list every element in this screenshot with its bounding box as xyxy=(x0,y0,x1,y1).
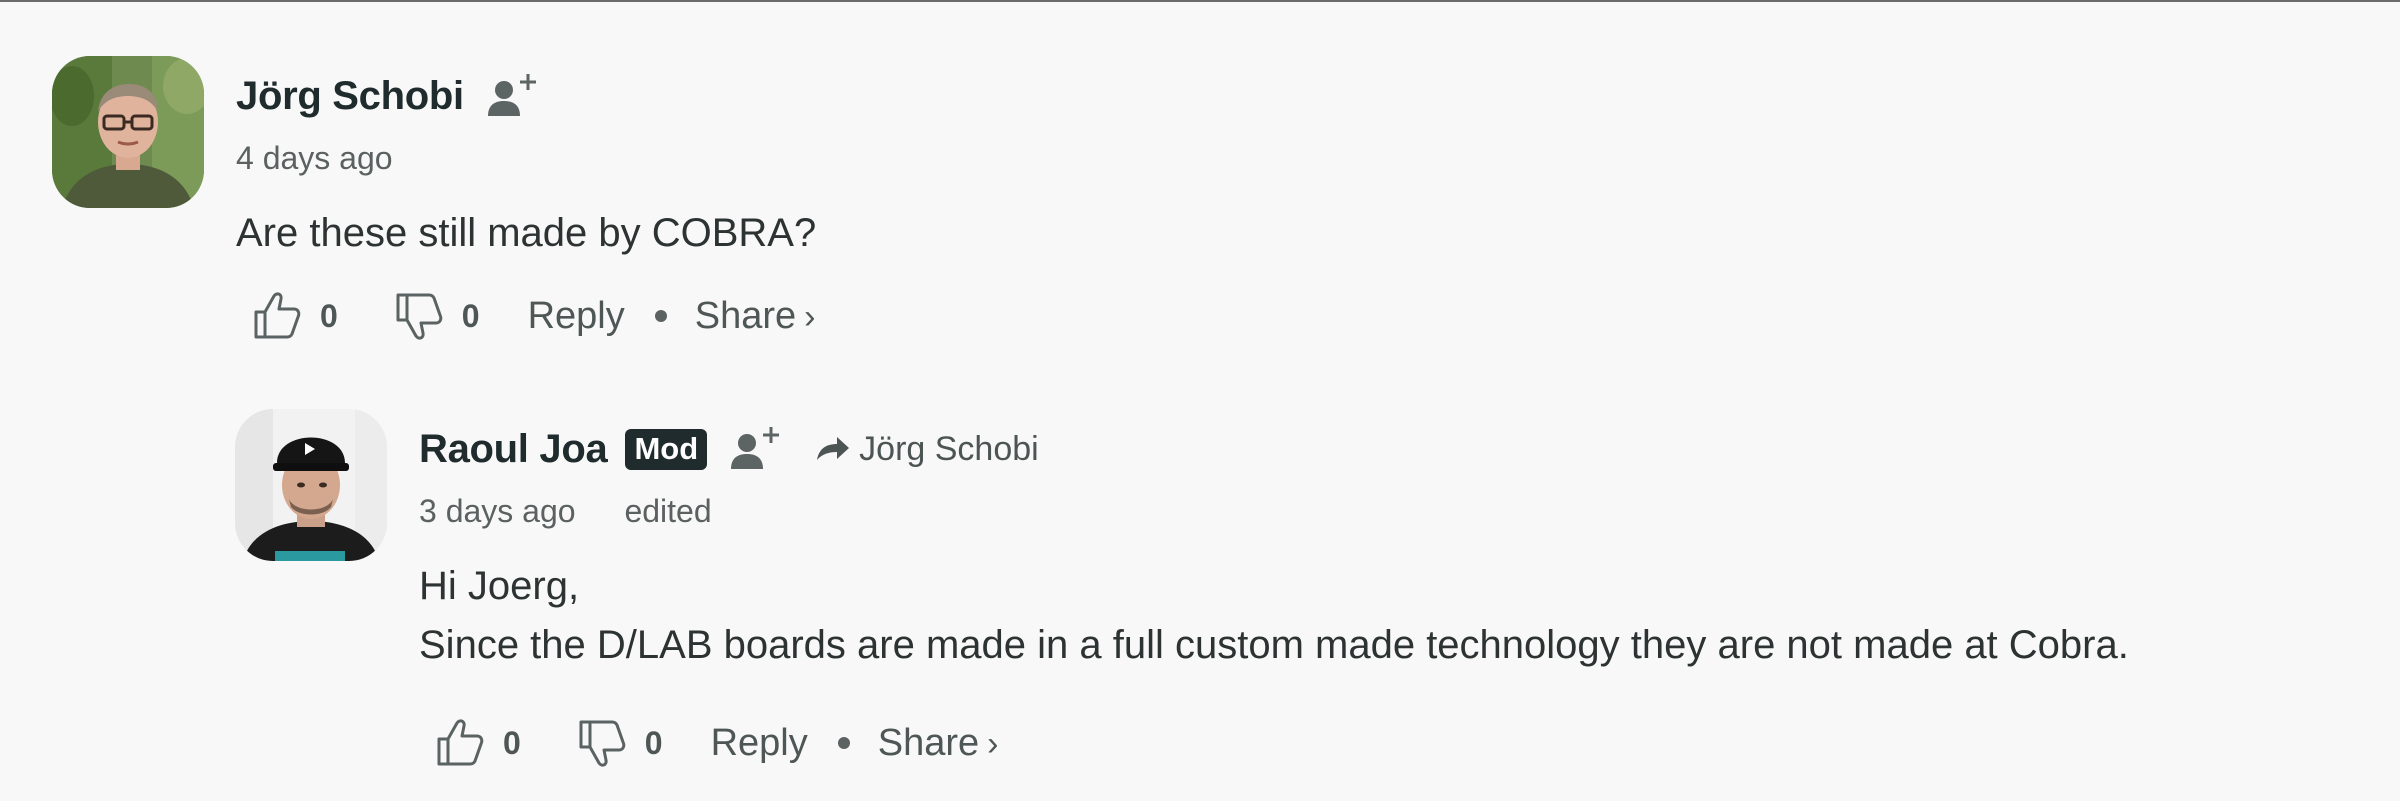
avatar[interactable] xyxy=(52,56,204,208)
author-name[interactable]: Raoul Joa xyxy=(419,427,608,472)
reply-to-name: Jörg Schobi xyxy=(859,429,1039,468)
share-button[interactable]: Share › xyxy=(878,722,999,765)
comment-body: Hi Joerg, Since the D/LAB boards are mad… xyxy=(419,557,2129,675)
comment-header: Jörg Schobi xyxy=(236,66,540,126)
follow-user-icon[interactable] xyxy=(727,423,783,475)
thumbs-down-icon[interactable] xyxy=(577,717,627,769)
comment-meta: 4 days ago xyxy=(236,140,393,177)
thumbs-up-icon[interactable] xyxy=(435,717,485,769)
share-button[interactable]: Share › xyxy=(695,295,816,338)
reply-to[interactable]: Jörg Schobi xyxy=(813,430,1039,469)
top-divider xyxy=(0,0,2400,2)
separator-dot xyxy=(654,310,667,322)
upvote-count: 0 xyxy=(503,724,521,761)
author-name[interactable]: Jörg Schobi xyxy=(236,74,464,119)
reply-button[interactable]: Reply xyxy=(711,722,808,765)
comment-actions: 0 0 Reply Share › xyxy=(252,286,815,346)
thumbs-up-icon[interactable] xyxy=(252,290,302,342)
comment-meta: 3 days ago edited xyxy=(419,493,712,530)
edited-label: edited xyxy=(624,493,712,529)
reply-arrow-icon xyxy=(813,432,851,466)
share-label: Share xyxy=(877,721,980,764)
chevron-right-icon: › xyxy=(804,297,816,336)
comment-text-line: Since the D/LAB boards are made in a ful… xyxy=(419,623,2129,667)
comment-text-line: Hi Joerg, xyxy=(419,564,580,608)
downvote-count: 0 xyxy=(644,724,663,761)
comment-actions: 0 0 Reply Share › xyxy=(435,713,998,773)
timestamp[interactable]: 4 days ago xyxy=(236,140,393,176)
avatar[interactable] xyxy=(235,409,387,561)
downvote-count: 0 xyxy=(461,297,480,334)
moderator-badge: Mod xyxy=(625,428,708,470)
separator-dot xyxy=(837,737,850,749)
share-label: Share xyxy=(694,294,797,337)
chevron-right-icon: › xyxy=(987,724,999,763)
comment-body: Are these still made by COBRA? xyxy=(236,204,816,263)
timestamp[interactable]: 3 days ago xyxy=(419,493,576,529)
thumbs-down-icon[interactable] xyxy=(394,290,444,342)
comment-header: Raoul Joa Mod Jörg Schobi xyxy=(419,419,1039,479)
follow-user-icon[interactable] xyxy=(484,70,540,122)
comment-text-line: Are these still made by COBRA? xyxy=(236,211,817,255)
upvote-count: 0 xyxy=(320,297,338,334)
reply-button[interactable]: Reply xyxy=(528,295,625,338)
